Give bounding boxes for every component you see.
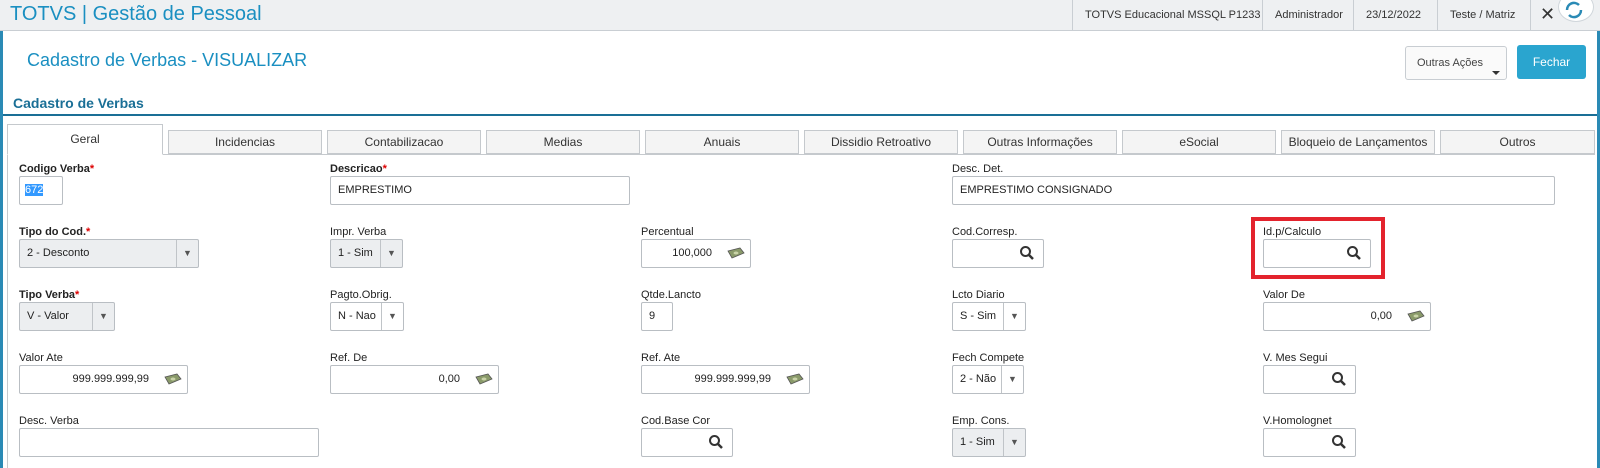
app-title: TOTVS | Gestão de Pessoal — [10, 3, 262, 25]
descricao-field[interactable]: EMPRESTIMO — [330, 176, 630, 205]
chevron-down-icon — [1491, 49, 1501, 92]
chevron-down-icon[interactable]: ▼ — [1001, 366, 1023, 393]
close-icon[interactable]: ✕ — [1540, 4, 1555, 25]
percentual-label: Percentual — [641, 226, 694, 238]
valor-de-value: 0,00 — [1370, 310, 1392, 322]
ref-ate-label: Ref. Ate — [641, 352, 681, 364]
valor-ate-value: 999.999.999,99 — [72, 373, 149, 385]
descricao-label: Descricao* — [330, 163, 387, 175]
ref-ate-field[interactable]: 999.999.999,99 — [641, 365, 810, 394]
codigo-verba-label: Codigo Verba* — [19, 163, 95, 175]
tipo-verba-label: Tipo Verba* — [19, 289, 80, 301]
v-homolognet-label: V.Homolognet — [1263, 415, 1332, 427]
v-homolognet-field[interactable] — [1263, 428, 1356, 457]
ref-de-field[interactable]: 0,00 — [330, 365, 499, 394]
tab-dissidio-retroativo[interactable]: Dissidio Retroativo — [804, 130, 958, 154]
desc-det-label: Desc. Det. — [952, 163, 1004, 175]
search-icon[interactable] — [1331, 434, 1347, 450]
tab-outras-informacoes[interactable]: Outras Informações — [963, 130, 1117, 154]
ref-ate-value: 999.999.999,99 — [694, 373, 771, 385]
tab-incidencias[interactable]: Incidencias — [168, 130, 322, 154]
impr-verba-select[interactable]: 1 - Sim ▼ — [330, 239, 403, 268]
fech-compete-select[interactable]: 2 - Não ▼ — [952, 365, 1024, 394]
money-icon[interactable] — [474, 373, 494, 385]
date-info[interactable]: 23/12/2022 — [1353, 0, 1433, 30]
chevron-down-icon[interactable]: ▼ — [1003, 303, 1025, 330]
tab-medias[interactable]: Medias — [486, 130, 640, 154]
pagto-obrig-select[interactable]: N - Nao ▼ — [330, 302, 404, 331]
tipo-cod-label: Tipo do Cod.* — [19, 226, 91, 238]
chevron-down-icon[interactable]: ▼ — [381, 303, 403, 330]
percentual-value: 100,000 — [672, 247, 712, 259]
branch-info[interactable]: Teste / Matriz — [1437, 0, 1527, 30]
tab-bloqueio-lancamentos[interactable]: Bloqueio de Lançamentos — [1281, 130, 1435, 154]
divider — [3, 114, 1597, 116]
pagto-obrig-value: N - Nao — [338, 310, 376, 322]
desc-verba-field[interactable] — [19, 428, 319, 457]
tab-outros[interactable]: Outros — [1440, 130, 1595, 154]
impr-verba-value: 1 - Sim — [338, 247, 373, 259]
pagto-obrig-label: Pagto.Obrig. — [330, 289, 392, 301]
chevron-down-icon[interactable]: ▼ — [176, 240, 198, 267]
fechar-button[interactable]: Fechar — [1517, 45, 1586, 79]
v-mes-segui-label: V. Mes Segui — [1263, 352, 1328, 364]
tab-geral[interactable]: Geral — [7, 124, 163, 155]
valor-de-label: Valor De — [1263, 289, 1305, 301]
environment-info: TOTVS Educacional MSSQL P1233 — [1072, 0, 1272, 30]
emp-cons-value: 1 - Sim — [960, 436, 995, 448]
ref-de-label: Ref. De — [330, 352, 368, 364]
tipo-verba-select[interactable]: V - Valor ▼ — [19, 302, 115, 331]
fech-compete-label: Fech Compete — [952, 352, 1025, 364]
money-icon[interactable] — [1406, 310, 1426, 322]
lcto-diario-select[interactable]: S - Sim ▼ — [952, 302, 1026, 331]
tab-contabilizacao[interactable]: Contabilizacao — [327, 130, 481, 154]
desc-verba-label: Desc. Verba — [19, 415, 79, 427]
percentual-field[interactable]: 100,000 — [641, 239, 751, 268]
section-title: Cadastro de Verbas — [13, 95, 144, 111]
chevron-down-icon[interactable]: ▼ — [1003, 429, 1025, 456]
highlight-box — [1251, 217, 1385, 279]
search-icon[interactable] — [1331, 371, 1347, 387]
ref-de-value: 0,00 — [438, 373, 460, 385]
money-icon[interactable] — [785, 373, 805, 385]
emp-cons-select[interactable]: 1 - Sim ▼ — [952, 428, 1026, 457]
fech-compete-value: 2 - Não — [960, 373, 997, 385]
valor-ate-field[interactable]: 999.999.999,99 — [19, 365, 188, 394]
cod-corresp-field[interactable] — [952, 239, 1044, 268]
money-icon[interactable] — [163, 373, 183, 385]
money-icon[interactable] — [726, 247, 746, 259]
codigo-verba-value: 672 — [25, 184, 44, 196]
tipo-cod-select[interactable]: 2 - Desconto ▼ — [19, 239, 199, 268]
cod-base-cor-label: Cod.Base Cor — [641, 415, 711, 427]
user-info[interactable]: Administrador — [1262, 0, 1355, 30]
cod-base-cor-field[interactable] — [641, 428, 733, 457]
valor-de-field[interactable]: 0,00 — [1263, 302, 1431, 331]
cod-corresp-label: Cod.Corresp. — [952, 226, 1018, 238]
lcto-diario-value: S - Sim — [960, 310, 997, 322]
page-title: Cadastro de Verbas - VISUALIZAR — [27, 50, 308, 70]
refresh-icon[interactable] — [1558, 0, 1594, 22]
v-mes-segui-field[interactable] — [1263, 365, 1356, 394]
outras-acoes-button[interactable]: Outras Ações — [1405, 46, 1507, 80]
desc-det-field[interactable]: EMPRESTIMO CONSIGNADO — [952, 176, 1555, 205]
outras-acoes-label: Outras Ações — [1417, 57, 1484, 69]
qtde-lancto-field[interactable]: 9 — [641, 302, 673, 331]
top-bar: TOTVS | Gestão de Pessoal TOTVS Educacio… — [0, 0, 1600, 31]
chevron-down-icon[interactable]: ▼ — [380, 240, 402, 267]
qtde-lancto-label: Qtde.Lancto — [641, 289, 701, 301]
divider — [1530, 0, 1531, 30]
tipo-cod-value: 2 - Desconto — [27, 247, 90, 259]
emp-cons-label: Emp. Cons. — [952, 415, 1010, 427]
tab-anuais[interactable]: Anuais — [645, 130, 799, 154]
impr-verba-label: Impr. Verba — [330, 226, 387, 238]
codigo-verba-field[interactable]: 672 — [19, 176, 63, 205]
tipo-verba-value: V - Valor — [27, 310, 69, 322]
search-icon[interactable] — [1019, 245, 1035, 261]
lcto-diario-label: Lcto Diario — [952, 289, 1005, 301]
tab-esocial[interactable]: eSocial — [1122, 130, 1276, 154]
chevron-down-icon[interactable]: ▼ — [92, 303, 114, 330]
search-icon[interactable] — [708, 434, 724, 450]
valor-ate-label: Valor Ate — [19, 352, 63, 364]
